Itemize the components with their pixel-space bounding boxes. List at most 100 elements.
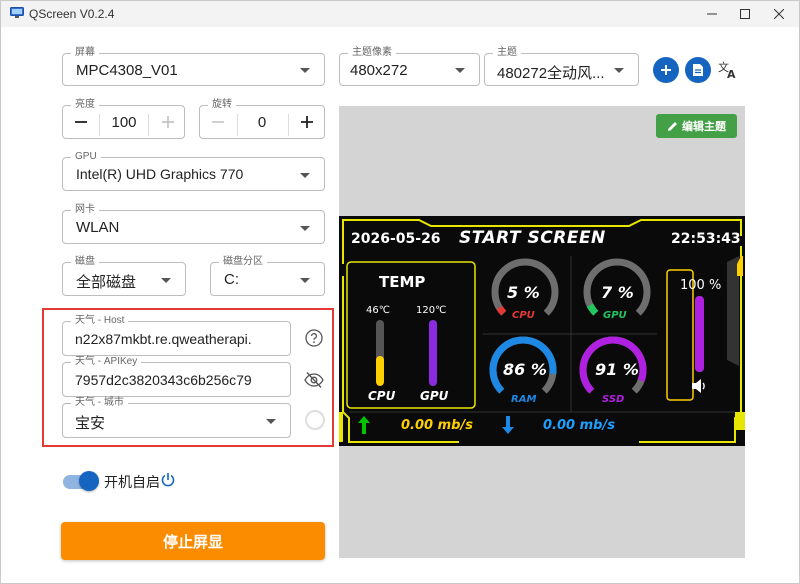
app-window: QScreen V0.2.4 屏幕 MPC4308_V01 主题像素 480x2… — [0, 0, 800, 584]
chevron-down-icon — [455, 68, 465, 73]
add-theme-button[interactable] — [653, 57, 679, 83]
edit-theme-label: 编辑主题 — [682, 121, 726, 133]
loading-icon — [305, 410, 325, 430]
screen-select[interactable]: 屏幕 MPC4308_V01 — [62, 47, 325, 86]
help-icon — [305, 329, 323, 347]
language-button[interactable]: 文 A — [717, 59, 739, 81]
weather-apikey-input[interactable]: 天气 - APIKey 7957d2c3820343c6b256c79 — [62, 356, 291, 397]
close-button[interactable] — [762, 1, 796, 27]
document-icon — [693, 64, 703, 76]
stop-display-button[interactable]: 停止屏显 — [61, 522, 325, 560]
toggle-apikey-visibility-button[interactable] — [304, 371, 324, 389]
autostart-toggle-thumb[interactable] — [79, 471, 99, 491]
autostart-label: 开机自启 — [104, 474, 160, 490]
gpu-select-value: Intel(R) UHD Graphics 770 — [76, 166, 244, 182]
chevron-down-icon — [161, 278, 171, 283]
preview-upload: 0.00 mb/s — [401, 418, 473, 433]
power-icon — [161, 473, 175, 487]
preview-gpu-gauge-label: GPU — [603, 310, 627, 321]
preview-cpu-gauge-label: CPU — [512, 310, 535, 321]
preview-ssd-gauge-label: SSD — [602, 394, 625, 405]
translate-icon: 文 A — [718, 60, 736, 81]
rotation-decrease-button[interactable] — [200, 106, 236, 138]
weather-city-label: 天气 - 城市 — [71, 397, 128, 409]
gpu-select-label: GPU — [71, 151, 101, 163]
volume-bar-fill — [695, 296, 704, 372]
title-bar: QScreen V0.2.4 — [1, 1, 799, 27]
weather-host-label: 天气 - Host — [71, 315, 129, 327]
close-icon — [774, 9, 784, 19]
plus-icon — [162, 116, 174, 128]
maximize-icon — [740, 9, 750, 19]
weather-host-value[interactable]: n22x87mkbt.re.qweatherapi. — [75, 331, 285, 347]
divider — [99, 114, 100, 136]
screen-select-label: 屏幕 — [71, 47, 99, 59]
theme-resolution-value: 480x272 — [350, 62, 408, 79]
app-icon — [10, 7, 24, 18]
preview-ram-gauge-label: RAM — [511, 394, 537, 405]
chevron-down-icon — [266, 419, 276, 424]
brightness-value[interactable]: 100 — [104, 114, 144, 131]
minimize-icon — [707, 13, 717, 15]
rotation-increase-button[interactable] — [289, 106, 325, 138]
preview-gpu-pct: 7 % — [601, 283, 634, 302]
partition-select-value: C: — [224, 271, 239, 288]
nic-select-label: 网卡 — [71, 204, 99, 216]
chevron-down-icon — [300, 278, 310, 283]
cpu-gauge-fill — [496, 305, 507, 316]
theme-select[interactable]: 主题 480272全动风... — [484, 47, 639, 86]
upload-arrow-icon — [358, 416, 370, 434]
partition-select[interactable]: 磁盘分区 C: — [210, 256, 325, 296]
chevron-down-icon — [300, 68, 310, 73]
volume-bar — [695, 296, 704, 372]
weather-city-select[interactable]: 天气 - 城市 宝安 — [62, 397, 291, 438]
brightness-increase-button[interactable] — [150, 106, 186, 138]
rotation-stepper[interactable]: 旋转 0 — [199, 99, 325, 139]
brightness-decrease-button[interactable] — [63, 106, 99, 138]
divider — [148, 114, 149, 136]
theme-resolution-label: 主题像素 — [348, 47, 396, 59]
disk-select-label: 磁盘 — [71, 256, 99, 268]
disk-select-value: 全部磁盘 — [76, 274, 137, 291]
preview-cpu-pct: 5 % — [507, 283, 540, 302]
divider — [237, 114, 238, 136]
visibility-off-icon — [304, 372, 324, 388]
weather-host-input[interactable]: 天气 - Host n22x87mkbt.re.qweatherapi. — [62, 315, 291, 356]
preview-ram-pct: 86 % — [503, 360, 547, 379]
pencil-icon — [668, 121, 677, 131]
weather-city-value: 宝安 — [75, 415, 106, 432]
chevron-down-icon — [300, 173, 310, 178]
theme-file-button[interactable] — [685, 57, 711, 83]
window-title: QScreen V0.2.4 — [29, 7, 115, 21]
speaker-icon — [692, 379, 705, 393]
partition-select-label: 磁盘分区 — [219, 256, 267, 268]
minus-icon — [75, 121, 87, 123]
preview-download: 0.00 mb/s — [543, 418, 615, 433]
screen-select-value: MPC4308_V01 — [76, 62, 178, 79]
gpu-gauge-fill — [586, 303, 599, 316]
svg-text:A: A — [727, 68, 736, 81]
weather-help-button[interactable] — [305, 329, 323, 347]
gauges — [489, 258, 651, 394]
rotation-value[interactable]: 0 — [242, 114, 282, 131]
nic-select-value: WLAN — [76, 219, 120, 236]
nic-select[interactable]: 网卡 WLAN — [62, 204, 325, 244]
gpu-select[interactable]: GPU Intel(R) UHD Graphics 770 — [62, 151, 325, 191]
edit-theme-button[interactable]: 编辑主题 — [656, 114, 737, 138]
brightness-stepper[interactable]: 亮度 100 — [62, 99, 186, 139]
stop-display-label: 停止屏显 — [162, 533, 223, 551]
chevron-down-icon — [614, 68, 624, 73]
device-screen-preview: 2026-05-26 START SCREEN 22:53:43 TEMP 46… — [339, 216, 745, 446]
theme-resolution-select[interactable]: 主题像素 480x272 — [339, 47, 480, 86]
preview-volume: 100 % — [680, 278, 722, 293]
add-icon — [661, 65, 671, 75]
preview-ssd-pct: 91 % — [595, 360, 639, 379]
minus-icon — [212, 121, 224, 123]
minimize-button[interactable] — [695, 1, 729, 27]
maximize-button[interactable] — [728, 1, 762, 27]
weather-apikey-value[interactable]: 7957d2c3820343c6b256c79 — [75, 372, 275, 388]
chevron-down-icon — [300, 226, 310, 231]
plus-icon — [301, 116, 313, 128]
disk-select[interactable]: 磁盘 全部磁盘 — [62, 256, 186, 296]
theme-select-label: 主题 — [493, 47, 521, 59]
